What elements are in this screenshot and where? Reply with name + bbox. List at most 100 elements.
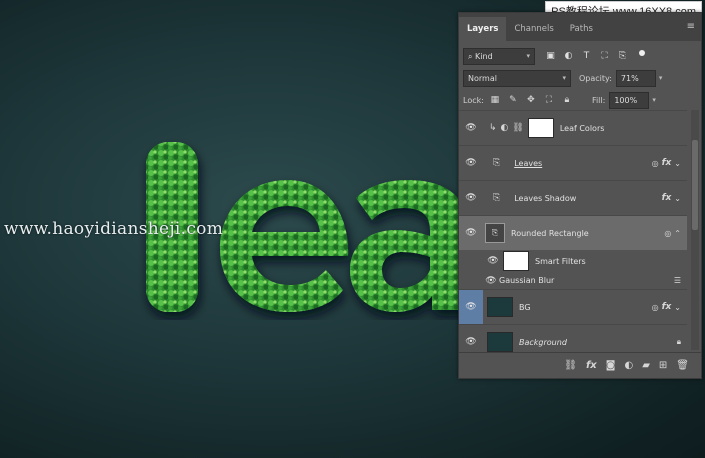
panel-menu-icon[interactable]: ≡ xyxy=(687,21,695,32)
layer-smart-filters[interactable]: 👁︎ Smart Filters xyxy=(459,250,687,272)
search-icon: ⌕ xyxy=(468,51,473,61)
eye-icon[interactable]: 👁︎ xyxy=(459,123,483,133)
lock-label: Lock: xyxy=(463,95,484,105)
blend-mode-select[interactable]: Normal ▾ xyxy=(463,69,571,87)
filter-toggle-icon[interactable] xyxy=(639,50,645,56)
filter-gaussian-blur[interactable]: 👁︎ Gaussian Blur ☰ xyxy=(459,272,687,289)
new-layer-icon[interactable]: ⊞ xyxy=(659,360,667,371)
panel-tabs: Layers Channels Paths ≡ xyxy=(459,13,701,41)
layer-leaves-shadow[interactable]: 👁︎ ⎘ Leaves Shadow fx ⌄ xyxy=(459,180,687,215)
layer-effects: ◎ fx ⌄ xyxy=(652,158,687,168)
effects-toggle-icon[interactable]: ◎ xyxy=(652,159,659,168)
lock-row: Lock: ▦ ✎ ✥ ⛶ 🔒︎ Fill: 100% ▾ xyxy=(459,89,701,111)
adjustment-filter-icon[interactable]: ◐ xyxy=(563,51,574,62)
layer-name: Leaves xyxy=(514,158,543,168)
delete-layer-icon[interactable]: 🗑︎ xyxy=(676,360,689,371)
lock-paint-icon[interactable]: ✎ xyxy=(508,95,518,105)
blend-mode-value: Normal xyxy=(468,73,497,83)
chevron-down-icon: ▾ xyxy=(526,51,530,60)
layers-panel: Layers Channels Paths ≡ ⌕ Kind ▾ ▣ ◐ T ⛶… xyxy=(458,12,702,379)
tab-channels[interactable]: Channels xyxy=(506,17,561,41)
fill-value: 100% xyxy=(614,95,638,105)
lock-artboard-icon[interactable]: ⛶ xyxy=(544,95,554,105)
gaussian-blur-eye-icon[interactable]: 👁︎ xyxy=(483,276,499,286)
fill-input[interactable]: 100% xyxy=(609,91,650,109)
layer-rounded-rectangle[interactable]: 👁︎ ⎘ Rounded Rectangle ◎ ⌃ xyxy=(459,215,687,250)
layer-mask-thumbnail[interactable] xyxy=(527,118,554,138)
shape-filter-icon[interactable]: ⛶ xyxy=(599,51,610,62)
layer-leaves[interactable]: 👁︎ ⎘ Leaves ◎ fx ⌄ xyxy=(459,145,687,180)
eye-icon[interactable]: 👁︎ xyxy=(459,290,483,324)
layer-name: Leaf Colors xyxy=(559,123,605,133)
layers-scrollbar[interactable] xyxy=(691,110,699,350)
opacity-input[interactable]: 71% xyxy=(615,69,656,87)
link-icon: ⛓ xyxy=(512,123,524,133)
eye-icon[interactable]: 👁︎ xyxy=(459,193,483,203)
lock-transparent-icon[interactable]: ▦ xyxy=(490,95,500,105)
layer-bg[interactable]: 👁︎ BG ◎ fx ⌄ xyxy=(459,289,687,324)
fx-icon[interactable]: fx xyxy=(662,158,672,168)
smart-object-icon: ⎘ xyxy=(493,193,501,203)
layer-thumbnail[interactable] xyxy=(487,332,513,352)
new-adjustment-icon[interactable]: ◐ xyxy=(624,360,633,371)
layer-name: Leaves Shadow xyxy=(514,193,577,203)
layer-name: Gaussian Blur xyxy=(499,276,555,285)
layer-thumbnail[interactable] xyxy=(487,297,513,317)
type-filter-icon[interactable]: T xyxy=(581,51,592,62)
smart-object-icon: ⎘ xyxy=(493,158,501,168)
scrollbar-thumb[interactable] xyxy=(692,140,698,230)
panel-footer: ⛓ fx ◙ ◐ ▰ ⊞ 🗑︎ xyxy=(459,352,701,378)
layer-name: BG xyxy=(519,302,531,312)
eye-icon[interactable]: 👁︎ xyxy=(459,158,483,168)
tab-paths[interactable]: Paths xyxy=(562,17,601,41)
chevron-up-icon[interactable]: ⌃ xyxy=(674,229,681,238)
clip-arrow-icon: ↳ xyxy=(489,123,497,133)
link-layers-icon[interactable]: ⛓ xyxy=(564,360,577,371)
add-style-icon[interactable]: fx xyxy=(586,360,597,371)
eye-icon[interactable]: 👁︎ xyxy=(459,228,483,238)
effects-toggle-icon[interactable]: ◎ xyxy=(652,303,659,312)
smart-object-thumbnail[interactable]: ⎘ xyxy=(485,223,505,243)
fill-chevron-icon[interactable]: ▾ xyxy=(652,96,656,104)
smart-filters-eye-icon[interactable]: 👁︎ xyxy=(483,256,503,266)
opacity-label: Opacity: xyxy=(579,73,612,83)
lock-position-icon[interactable]: ✥ xyxy=(526,95,536,105)
chevron-down-icon[interactable]: ⌄ xyxy=(674,303,681,312)
opacity-value: 71% xyxy=(620,73,639,83)
layers-list: 👁︎ ↳ ◐ ⛓ Leaf Colors 👁︎ ⎘ Leaves ◎ fx ⌄ … xyxy=(459,110,687,359)
fx-icon[interactable]: fx xyxy=(662,193,672,203)
smart-filter-mask-thumbnail[interactable] xyxy=(503,251,529,271)
filter-blending-options-icon[interactable]: ☰ xyxy=(674,276,681,285)
chevron-down-icon: ▾ xyxy=(562,73,566,82)
smart-filter-toggle-icon[interactable]: ◎ xyxy=(664,229,671,238)
layer-effects: fx ⌄ xyxy=(662,193,687,203)
filter-kind-label: Kind xyxy=(475,51,493,61)
pixel-filter-icon[interactable]: ▣ xyxy=(545,51,556,62)
chevron-down-icon[interactable]: ⌄ xyxy=(674,159,681,168)
url-overlay-text: www.haoyidiansheji.com xyxy=(4,219,224,239)
tab-layers[interactable]: Layers xyxy=(459,17,507,41)
filter-icons: ▣ ◐ T ⛶ ⎘ xyxy=(545,50,645,62)
layer-effects: ◎ ⌃ xyxy=(664,229,687,238)
layer-name: Rounded Rectangle xyxy=(511,228,589,238)
chevron-down-icon[interactable]: ⌄ xyxy=(674,194,681,203)
add-mask-icon[interactable]: ◙ xyxy=(606,360,616,371)
layer-effects: ◎ fx ⌄ xyxy=(652,302,687,312)
smart-object-filter-icon[interactable]: ⎘ xyxy=(617,51,628,62)
lock-icons: ▦ ✎ ✥ ⛶ 🔒︎ xyxy=(490,95,572,105)
fx-icon[interactable]: fx xyxy=(662,302,672,312)
eye-icon[interactable]: 👁︎ xyxy=(459,337,483,347)
blend-row: Normal ▾ Opacity: 71% ▾ xyxy=(459,67,701,89)
filter-kind-select[interactable]: ⌕ Kind ▾ xyxy=(463,47,535,65)
lock-all-icon[interactable]: 🔒︎ xyxy=(562,95,572,105)
fill-label: Fill: xyxy=(591,95,606,105)
opacity-chevron-icon[interactable]: ▾ xyxy=(659,74,663,82)
filter-row: ⌕ Kind ▾ ▣ ◐ T ⛶ ⎘ xyxy=(459,45,701,67)
new-group-icon[interactable]: ▰ xyxy=(642,360,650,371)
adjustment-icon: ◐ xyxy=(500,123,509,133)
layer-lock: 🔒︎ xyxy=(677,337,687,347)
filter-options: ☰ xyxy=(674,276,687,285)
layer-name: Background xyxy=(519,337,567,347)
lock-icon[interactable]: 🔒︎ xyxy=(677,337,681,347)
layer-leaf-colors[interactable]: 👁︎ ↳ ◐ ⛓ Leaf Colors xyxy=(459,110,687,145)
